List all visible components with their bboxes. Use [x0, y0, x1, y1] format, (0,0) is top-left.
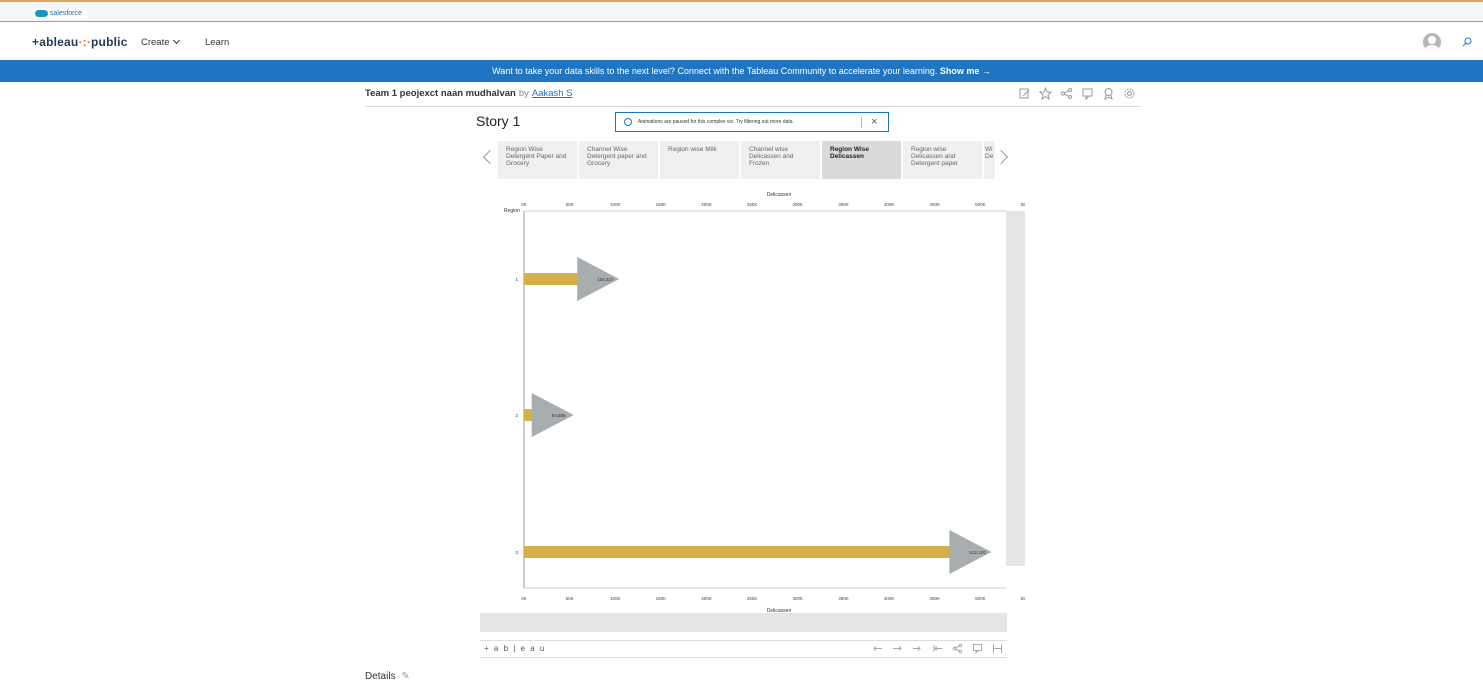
- viz-title-row: Team 1 peojexct naan mudhalvan by Aakash S: [365, 88, 573, 99]
- logo-dots: ·:·: [78, 35, 92, 49]
- banner-text: Want to take your data skills to the nex…: [492, 66, 938, 76]
- data-value-label: 54,506: [552, 413, 566, 418]
- undo-icon[interactable]: [872, 643, 883, 654]
- story-prev-arrow-icon[interactable]: [482, 149, 498, 165]
- search-icon[interactable]: [1462, 37, 1472, 47]
- x-tick-label-bottom: 100K: [610, 596, 621, 601]
- salesforce-cloud-icon: [35, 10, 48, 17]
- toolbar-share-icon[interactable]: [952, 643, 963, 654]
- salesforce-bar: salesforce: [0, 0, 1483, 22]
- tableau-toolbar-logo[interactable]: + a b | e a u: [484, 644, 546, 653]
- x-tick-label-top: 0K: [521, 202, 527, 207]
- info-icon: [624, 118, 632, 126]
- top-navigation: +ableau·:·public Create Learn: [0, 22, 1483, 60]
- story-point-3[interactable]: Region wise Milk: [660, 141, 740, 179]
- x-tick-label-bottom: 50K: [566, 596, 574, 601]
- nav-create-menu[interactable]: Create: [141, 36, 180, 48]
- nav-create-label: Create: [141, 37, 170, 48]
- nav-learn-link[interactable]: Learn: [205, 37, 229, 48]
- community-banner: Want to take your data skills to the nex…: [0, 60, 1483, 82]
- x-axis-title-top: Delicassen: [767, 192, 792, 198]
- x-tick-label-top: 400K: [884, 202, 895, 207]
- logo-text-a: +ableau: [32, 35, 79, 49]
- x-tick-label-bottom: 300K: [793, 596, 804, 601]
- viz-author-link[interactable]: Aakash S: [532, 88, 573, 99]
- edit-copy-icon[interactable]: [1018, 87, 1031, 100]
- story-point-2[interactable]: Channel Wise Detergent paper and Grocery: [579, 141, 659, 179]
- story-point-4[interactable]: Channel wise Delicassen and Frozen: [741, 141, 821, 179]
- x-tick-label-top: 500K: [975, 202, 986, 207]
- x-tick-label-bottom: 550K: [1021, 596, 1025, 601]
- x-tick-label-top: 450K: [929, 202, 940, 207]
- delicassen-bar-chart: DelicassenDelicassenRegion0K0K50K50K100K…: [504, 192, 1031, 614]
- salesforce-badge[interactable]: salesforce: [32, 8, 87, 19]
- fullscreen-icon[interactable]: [992, 643, 1003, 654]
- x-tick-label-top: 550K: [1021, 202, 1025, 207]
- reset-icon[interactable]: [932, 643, 943, 654]
- tableau-public-logo[interactable]: +ableau·:·public: [32, 35, 128, 49]
- story-point-6[interactable]: Region wise Delicassen and Detergent pap…: [903, 141, 983, 179]
- x-tick-label-top: 250K: [747, 202, 758, 207]
- chevron-down-icon: [172, 36, 180, 45]
- y-category-label: 3: [515, 550, 518, 555]
- story-point-1[interactable]: Region Wise Detergent Paper and Grocery: [498, 141, 578, 179]
- viz-by: by: [518, 88, 529, 99]
- data-bar: [524, 546, 952, 558]
- x-tick-label-top: 100K: [610, 202, 621, 207]
- data-value-label: 512,110: [969, 550, 985, 555]
- chart-area: Delicassen Delicassen Region 0K 0K 50K 50K 100K…: [480, 188, 1031, 618]
- share-icon[interactable]: [1060, 87, 1073, 100]
- settings-gear-icon[interactable]: [1123, 87, 1136, 100]
- viz-header: Team 1 peojexct naan mudhalvan by Aakash S: [365, 87, 1140, 107]
- badge-icon[interactable]: [1102, 87, 1115, 100]
- viz-toolbar: + a b | e a u: [480, 640, 1007, 658]
- toast-separator: [861, 117, 862, 128]
- banner-show-me-link[interactable]: Show me →: [940, 66, 991, 76]
- x-tick-label-top: 200K: [701, 202, 712, 207]
- story-point-7[interactable]: Wi De: [984, 141, 996, 179]
- x-tick-label-top: 50K: [566, 202, 574, 207]
- toast-message: Animations are paused for this complex v…: [638, 119, 794, 125]
- vertical-scrollbar: [1006, 211, 1025, 566]
- details-label: Details: [365, 671, 396, 682]
- x-tick-label-bottom: 500K: [975, 596, 986, 601]
- data-value-label: 104,327: [597, 277, 614, 282]
- revert-icon[interactable]: [912, 643, 923, 654]
- story-title: Story 1: [476, 113, 521, 129]
- x-tick-label-bottom: 450K: [929, 596, 940, 601]
- viz-title: Team 1 peojexct naan mudhalvan: [365, 88, 516, 99]
- user-avatar-icon[interactable]: [1423, 33, 1441, 51]
- story-navigator: Region Wise Detergent Paper and Grocery …: [480, 141, 1009, 179]
- logo-text-b: public: [91, 35, 128, 49]
- story-point-5-active[interactable]: Region Wise Delicassen: [822, 141, 902, 179]
- x-tick-label-bottom: 150K: [656, 596, 667, 601]
- comment-icon[interactable]: [1081, 87, 1094, 100]
- favorite-star-icon[interactable]: [1039, 87, 1052, 100]
- toolbar-comment-icon[interactable]: [972, 643, 983, 654]
- y-axis-title: Region: [504, 208, 520, 214]
- x-tick-label-top: 150K: [656, 202, 667, 207]
- y-category-label: 2: [515, 413, 518, 418]
- details-section: Details ✎: [365, 671, 410, 682]
- x-tick-label-top: 350K: [838, 202, 849, 207]
- toolbar-icons: [872, 643, 1003, 654]
- close-icon[interactable]: ×: [871, 113, 877, 131]
- edit-pencil-icon[interactable]: ✎: [401, 671, 409, 682]
- salesforce-label: salesforce: [50, 10, 82, 17]
- x-tick-label-bottom: 400K: [884, 596, 895, 601]
- data-bar: [524, 273, 580, 285]
- x-tick-label-bottom: 250K: [747, 596, 758, 601]
- y-category-label: 1: [515, 277, 518, 282]
- horizontal-scrollbar[interactable]: [480, 613, 1007, 632]
- story-next-arrow-icon[interactable]: [993, 149, 1009, 165]
- x-tick-label-top: 300K: [793, 202, 804, 207]
- animation-paused-toast: Animations are paused for this complex v…: [615, 112, 889, 132]
- redo-icon[interactable]: [892, 643, 903, 654]
- viz-action-icons: [1018, 87, 1136, 100]
- x-tick-label-bottom: 0K: [521, 596, 527, 601]
- x-tick-label-bottom: 350K: [838, 596, 849, 601]
- x-tick-label-bottom: 200K: [701, 596, 712, 601]
